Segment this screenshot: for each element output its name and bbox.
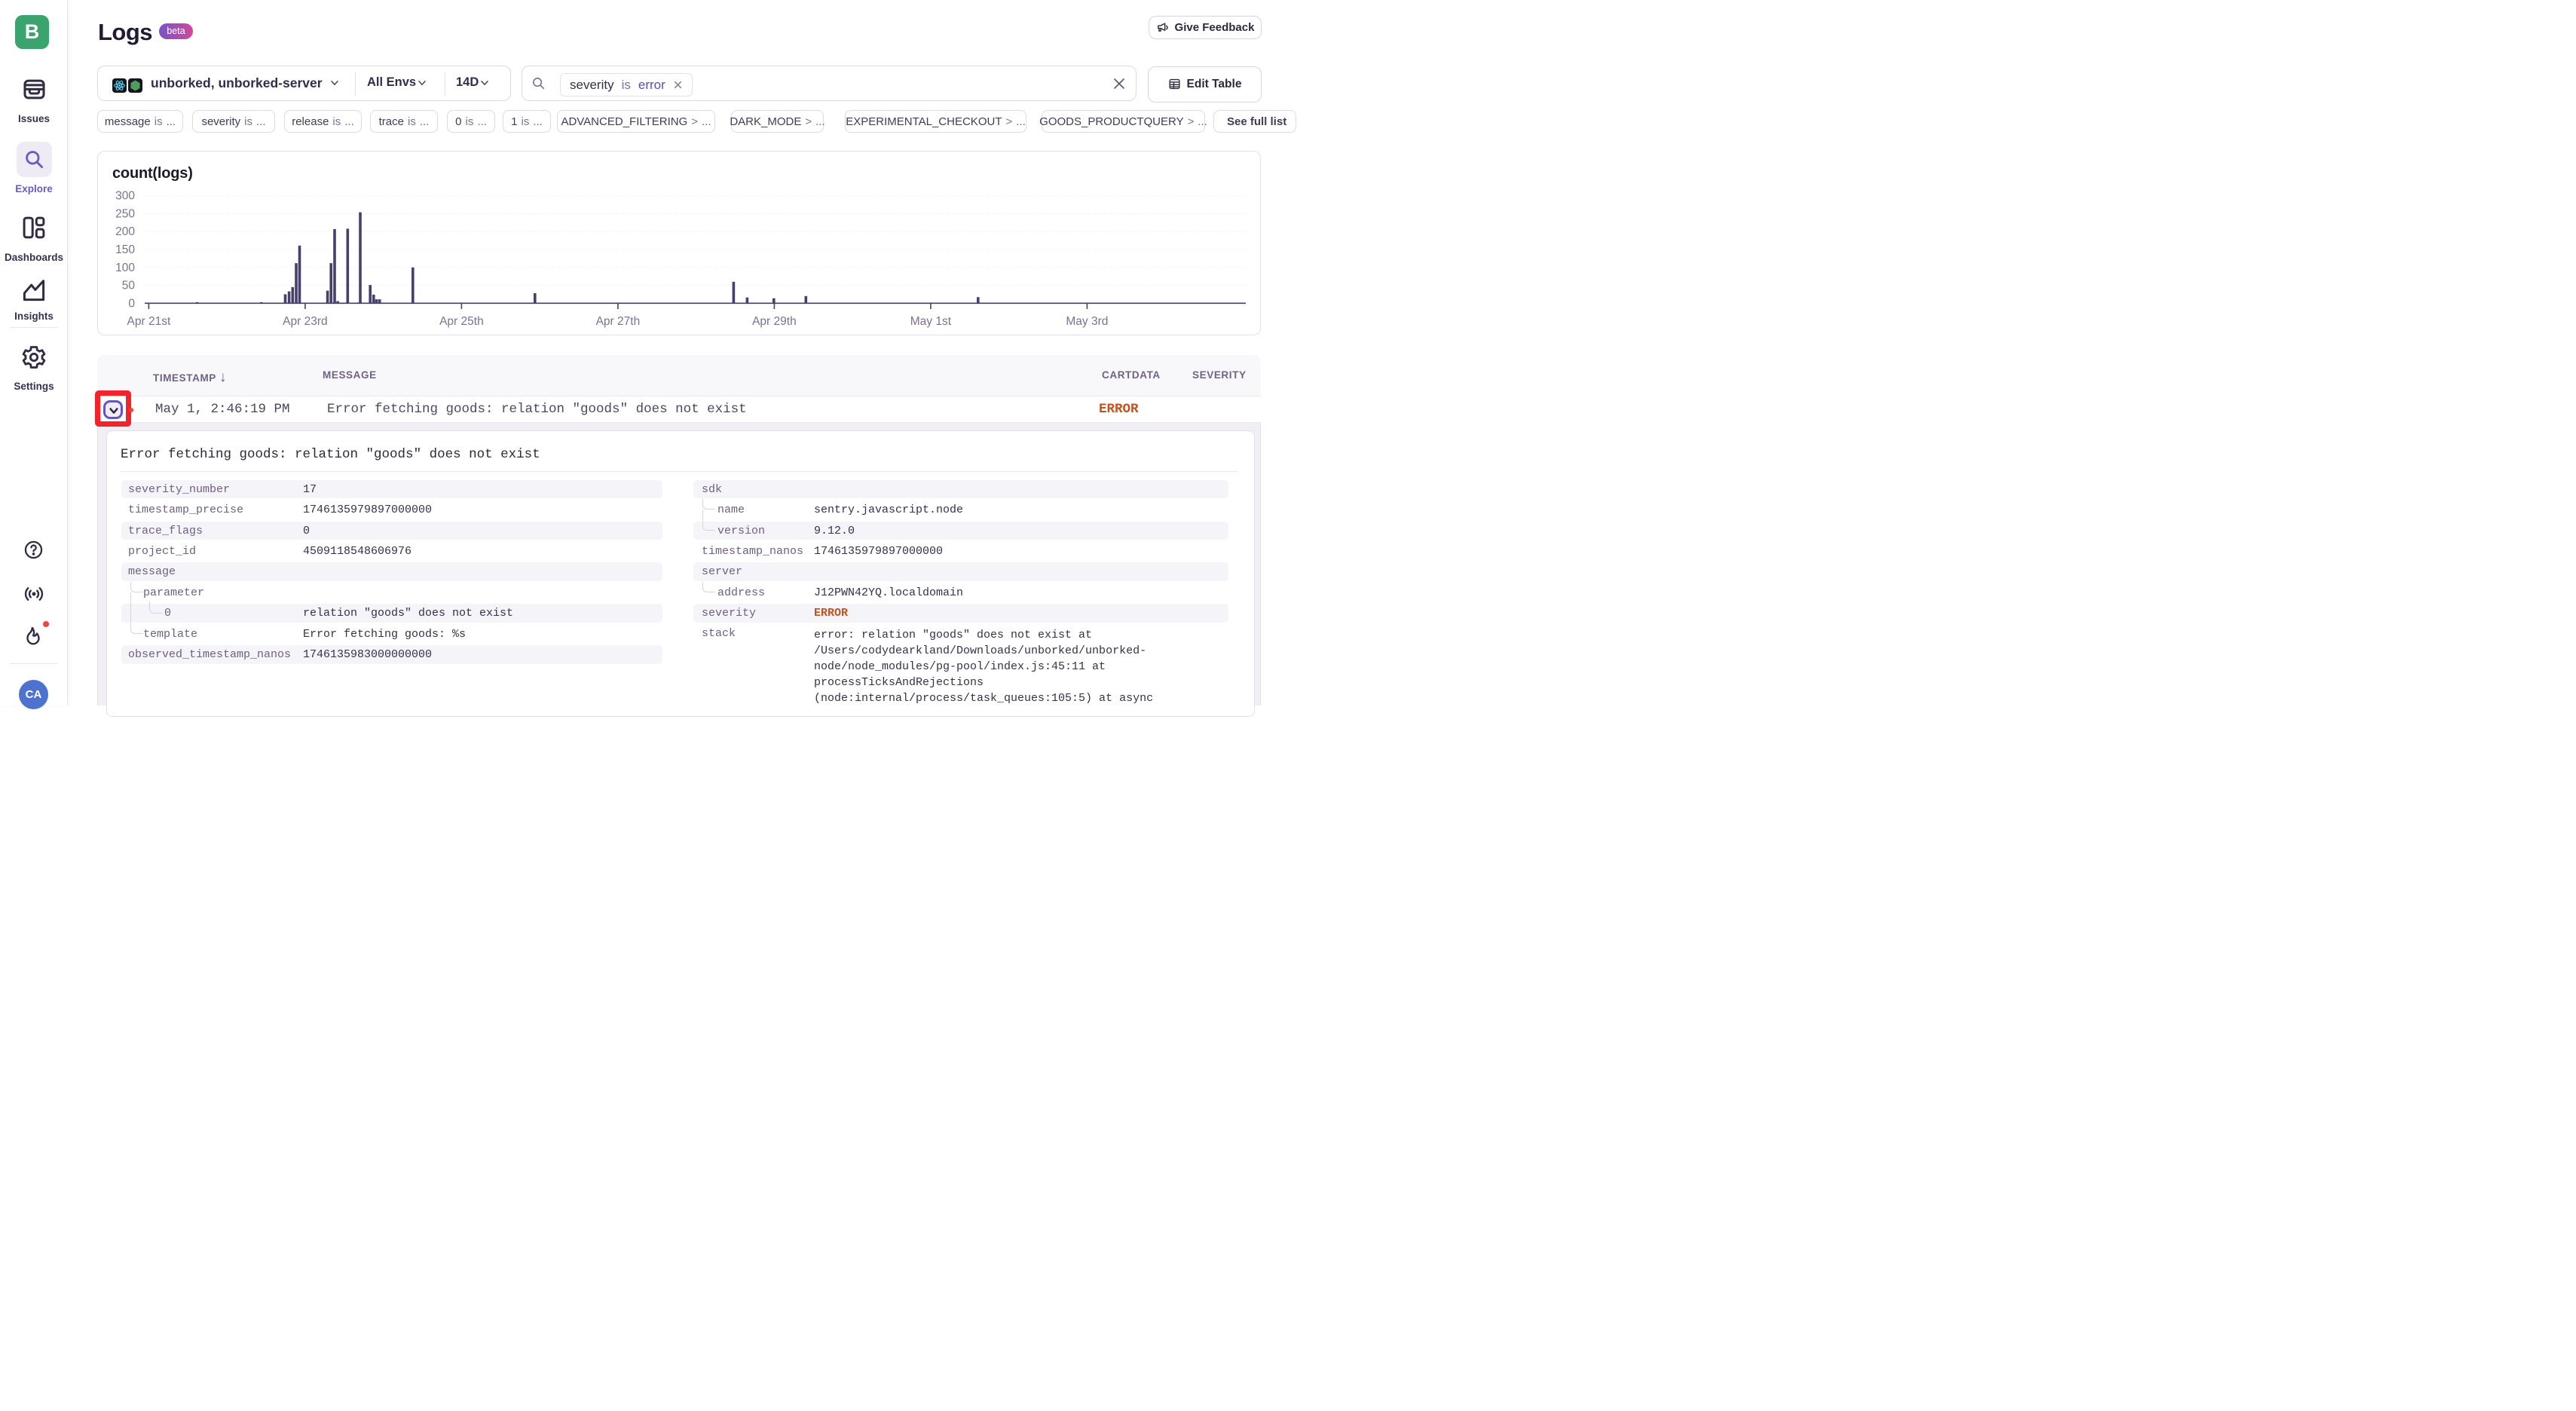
svg-text:150: 150 (115, 243, 135, 256)
svg-text:May 3rd: May 3rd (1066, 315, 1108, 328)
svg-text:300: 300 (115, 190, 135, 203)
svg-text:50: 50 (122, 280, 136, 292)
svg-text:May 1st: May 1st (910, 315, 952, 328)
svg-text:Apr 25th: Apr 25th (439, 315, 484, 328)
svg-text:Apr 29th: Apr 29th (752, 315, 797, 328)
svg-text:Apr 21st: Apr 21st (127, 315, 171, 328)
svg-text:Apr 23rd: Apr 23rd (283, 315, 327, 328)
svg-text:250: 250 (115, 208, 135, 221)
svg-text:100: 100 (115, 262, 135, 274)
svg-text:200: 200 (115, 225, 135, 238)
svg-text:0: 0 (128, 297, 135, 310)
svg-text:Apr 27th: Apr 27th (596, 315, 641, 328)
